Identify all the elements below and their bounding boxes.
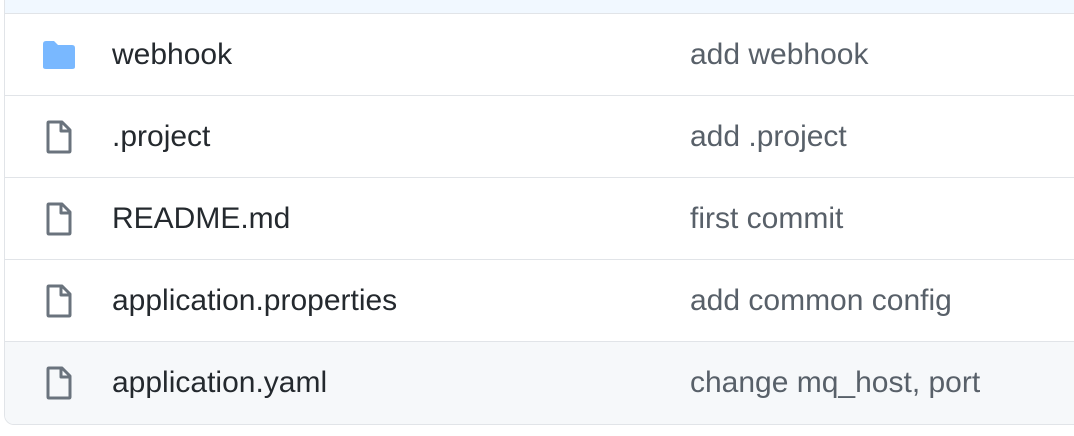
file-icon <box>39 117 79 157</box>
file-icon <box>39 281 79 321</box>
file-name-link[interactable]: application.properties <box>112 285 397 316</box>
commit-message-link[interactable]: add common config <box>690 285 952 316</box>
file-name-link[interactable]: webhook <box>112 39 232 70</box>
file-row-readme[interactable]: README.md first commit <box>5 178 1074 260</box>
file-row-application-yaml[interactable]: application.yaml change mq_host, port <box>5 342 1074 424</box>
file-icon <box>39 199 79 239</box>
file-name-link[interactable]: application.yaml <box>112 368 327 398</box>
file-row-application-properties[interactable]: application.properties add common config <box>5 260 1074 342</box>
folder-icon <box>39 35 79 75</box>
file-list: webhook add webhook .project add .projec… <box>4 0 1074 425</box>
file-list-header <box>5 0 1074 14</box>
commit-message-link[interactable]: change mq_host, port <box>690 368 980 398</box>
commit-message-link[interactable]: first commit <box>690 203 843 234</box>
file-name-link[interactable]: README.md <box>112 203 290 234</box>
file-name-link[interactable]: .project <box>112 121 210 152</box>
file-row-webhook[interactable]: webhook add webhook <box>5 14 1074 96</box>
file-row-project[interactable]: .project add .project <box>5 96 1074 178</box>
file-icon <box>39 363 79 403</box>
commit-message-link[interactable]: add webhook <box>690 39 868 70</box>
commit-message-link[interactable]: add .project <box>690 121 847 152</box>
